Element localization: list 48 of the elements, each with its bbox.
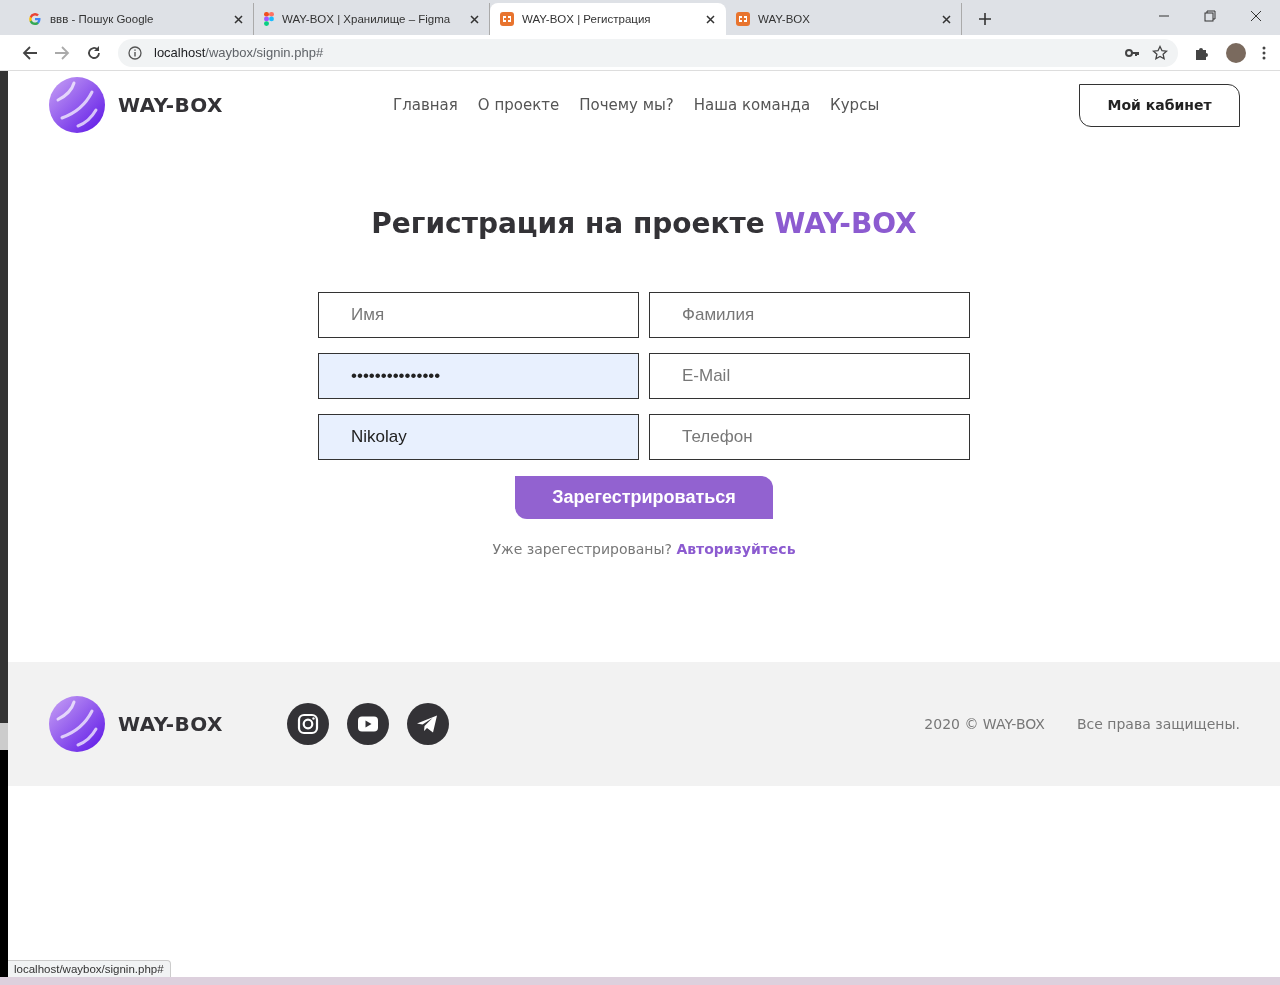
profile-avatar[interactable] [1226, 42, 1246, 63]
menu-icon[interactable] [1262, 45, 1266, 60]
input-field[interactable]: ••••••••••••••• [318, 353, 639, 399]
login-prompt: Уже зарегестрированы? [492, 541, 672, 557]
star-icon[interactable] [1152, 44, 1168, 61]
browser-tab[interactable]: WAY-BOX | Регистрация [490, 3, 726, 35]
restore-icon[interactable] [1204, 10, 1216, 22]
youtube-icon[interactable] [347, 703, 390, 745]
figma-icon [264, 12, 274, 26]
status-url-tooltip: localhost/waybox/signin.php# [8, 960, 171, 977]
nav-link[interactable]: О проекте [477, 96, 560, 114]
close-icon[interactable] [234, 14, 243, 24]
input-field[interactable]: Имя [318, 292, 639, 338]
rights-text: Все права защищены. [1076, 716, 1240, 732]
brand-name[interactable]: WAY-BOX [118, 93, 224, 117]
page-title: Регистрация на проекте WAY-BOX [371, 207, 917, 240]
back-arrow-icon[interactable] [22, 44, 38, 61]
browser-tab[interactable]: WAY-BOX [726, 3, 962, 35]
nav-link[interactable]: Наша команда [693, 96, 811, 114]
site-icon [500, 12, 514, 26]
nav-link[interactable]: Главная [393, 96, 458, 114]
close-icon[interactable] [942, 14, 951, 24]
input-field[interactable]: Nikolay [318, 414, 639, 460]
login-link[interactable]: Авторизуйтесь [676, 541, 796, 557]
copyright-text: 2020 © WAY-BOX [924, 716, 1045, 732]
globe-logo-icon[interactable] [48, 695, 106, 753]
input-field[interactable]: E-Mail [649, 353, 970, 399]
close-icon[interactable] [1250, 10, 1262, 22]
browser-tab[interactable]: ввв - Пошук Google [18, 3, 254, 35]
input-field[interactable]: Телефон [649, 414, 970, 460]
info-icon [128, 45, 142, 60]
site-icon [736, 12, 750, 26]
url-text: localhost/waybox/signin.php# [154, 45, 325, 60]
register-button[interactable]: Зарегестрироваться [515, 476, 773, 519]
telegram-icon[interactable] [407, 703, 450, 745]
input-field[interactable]: Фамилия [649, 292, 970, 338]
close-icon[interactable] [470, 14, 479, 24]
globe-logo-icon[interactable] [48, 76, 106, 134]
cabinet-button[interactable]: Мой кабинет [1079, 83, 1240, 127]
instagram-icon[interactable] [287, 703, 330, 745]
google-icon [28, 12, 42, 26]
reload-icon[interactable] [86, 44, 102, 61]
nav-link[interactable]: Курсы [830, 96, 880, 114]
address-bar[interactable]: localhost/waybox/signin.php# [118, 38, 1178, 67]
nav-link[interactable]: Почему мы? [579, 96, 674, 114]
new-tab-icon[interactable] [978, 12, 992, 26]
brand-name[interactable]: WAY-BOX [118, 712, 224, 736]
close-icon[interactable] [706, 14, 715, 24]
